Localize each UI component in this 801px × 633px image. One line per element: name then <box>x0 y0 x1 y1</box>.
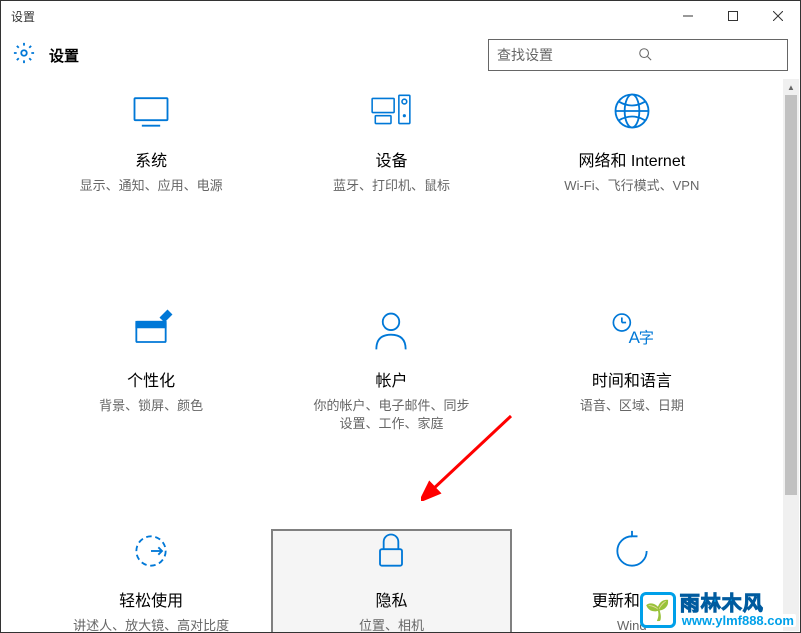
page-title: 设置 <box>49 45 79 66</box>
tile-ease-of-access[interactable]: 轻松使用 讲述人、放大镜、高对比度 <box>31 529 271 632</box>
watermark: 🌱 雨林木风 www.ylmf888.com <box>640 592 796 628</box>
tile-system[interactable]: 系统 显示、通知、应用、电源 <box>31 89 271 229</box>
vertical-scrollbar[interactable]: ▲ ▼ <box>783 79 799 631</box>
ease-icon <box>129 529 173 573</box>
scroll-up-arrow[interactable]: ▲ <box>783 79 799 95</box>
tile-desc: Wi-Fi、飞行模式、VPN <box>564 177 699 195</box>
search-placeholder: 查找设置 <box>497 45 638 65</box>
tile-desc: 讲述人、放大镜、高对比度 <box>73 617 229 632</box>
tile-title: 设备 <box>375 147 407 171</box>
tile-title: 隐私 <box>375 587 407 611</box>
person-icon <box>369 309 413 353</box>
time-language-icon: A 字 <box>610 309 654 353</box>
lock-icon <box>369 529 413 573</box>
globe-icon <box>610 89 654 133</box>
tile-title: 轻松使用 <box>119 587 183 611</box>
tile-title: 时间和语言 <box>592 367 672 391</box>
page-header: 设置 查找设置 <box>1 31 800 79</box>
titlebar: 设置 <box>1 1 800 31</box>
display-icon <box>129 89 173 133</box>
devices-icon <box>369 89 413 133</box>
minimize-button[interactable] <box>665 1 710 31</box>
gear-icon <box>13 42 35 69</box>
tile-desc: 背景、锁屏、颜色 <box>99 397 203 415</box>
close-button[interactable] <box>755 1 800 31</box>
scrollbar-thumb[interactable] <box>785 95 797 495</box>
tile-title: 个性化 <box>127 367 175 391</box>
tile-personalization[interactable]: 个性化 背景、锁屏、颜色 <box>31 309 271 449</box>
window-controls <box>665 1 800 31</box>
window-title: 设置 <box>11 8 35 25</box>
tile-title: 网络和 Internet <box>578 147 685 171</box>
svg-text:字: 字 <box>639 330 654 347</box>
watermark-url: www.ylmf888.com <box>680 614 796 627</box>
tile-desc: 语音、区域、日期 <box>580 397 684 415</box>
tile-devices[interactable]: 设备 蓝牙、打印机、鼠标 <box>271 89 511 229</box>
update-icon <box>610 529 654 573</box>
search-input[interactable]: 查找设置 <box>488 39 788 71</box>
search-icon <box>638 47 779 64</box>
tile-desc: 蓝牙、打印机、鼠标 <box>333 177 450 195</box>
maximize-button[interactable] <box>710 1 755 31</box>
tile-desc: 位置、相机 <box>359 617 424 632</box>
tile-title: 帐户 <box>375 367 407 391</box>
settings-grid: 系统 显示、通知、应用、电源 设备 蓝牙、打印机、鼠标 <box>31 89 752 632</box>
tile-network[interactable]: 网络和 Internet Wi-Fi、飞行模式、VPN <box>512 89 752 229</box>
watermark-brand: 雨林木风 <box>680 594 796 614</box>
content-area: 系统 显示、通知、应用、电源 设备 蓝牙、打印机、鼠标 <box>1 79 782 632</box>
tile-accounts[interactable]: 帐户 你的帐户、电子邮件、同步设置、工作、家庭 <box>271 309 511 449</box>
tile-desc: 显示、通知、应用、电源 <box>80 177 223 195</box>
paint-icon <box>129 309 173 353</box>
tile-time-language[interactable]: A 字 时间和语言 语音、区域、日期 <box>512 309 752 449</box>
tile-title: 系统 <box>135 147 167 171</box>
watermark-logo-icon: 🌱 <box>640 592 676 628</box>
tile-desc: 你的帐户、电子邮件、同步设置、工作、家庭 <box>311 397 471 433</box>
tile-privacy[interactable]: 隐私 位置、相机 <box>271 529 511 632</box>
